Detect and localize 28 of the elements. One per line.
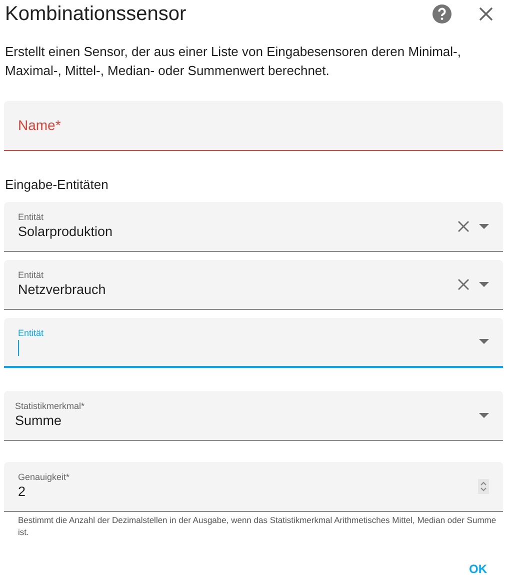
- name-field[interactable]: Name*: [4, 101, 503, 151]
- text-cursor: [18, 340, 19, 356]
- help-icon[interactable]: [432, 4, 452, 24]
- section-label: Eingabe-Entitäten: [4, 176, 110, 194]
- field-label: Entität: [18, 327, 44, 339]
- entity-picker[interactable]: Entität Netzverbrauch: [4, 260, 503, 310]
- field-label: Entität: [18, 269, 44, 281]
- precision-field[interactable]: Genauigkeit* 2: [4, 462, 503, 512]
- helper-text: Bestimmt die Anzahl der Dezimalstellen in der Ausgabe, wenn das Statistikmerkmal Arithmetisches Mittel, Median oder Summe ist.: [17, 514, 498, 538]
- dialog-description: Erstellt einen Sensor, der aus einer Liste von Eingabesensoren deren Minimal-, Maximal-, Mittel-, Median- oder Summenwert berechnet.: [4, 43, 462, 80]
- clear-icon[interactable]: [458, 278, 469, 290]
- field-label: Statistikmerkmal*: [15, 400, 85, 412]
- dropdown-caret-icon[interactable]: [479, 412, 489, 418]
- dropdown-caret-icon[interactable]: [479, 282, 489, 286]
- field-label: Genauigkeit*: [18, 471, 70, 483]
- dropdown-caret-icon[interactable]: [479, 339, 489, 344]
- field-value: Solarproduktion: [18, 223, 113, 241]
- close-icon[interactable]: [479, 7, 493, 21]
- statistic-dropdown[interactable]: Statistikmerkmal* Summe: [4, 390, 503, 440]
- clear-icon[interactable]: [458, 220, 469, 232]
- field-value: Summe: [15, 412, 62, 430]
- field-value: Netzverbrauch: [18, 281, 106, 299]
- stepper-icon[interactable]: [478, 478, 489, 494]
- dropdown-caret-icon[interactable]: [479, 224, 489, 228]
- dialog-title: Kombinationssensor: [5, 2, 188, 27]
- field-value: 2: [18, 483, 26, 501]
- entity-picker[interactable]: Entität Solarproduktion: [4, 202, 503, 252]
- field-label: Entität: [18, 211, 44, 223]
